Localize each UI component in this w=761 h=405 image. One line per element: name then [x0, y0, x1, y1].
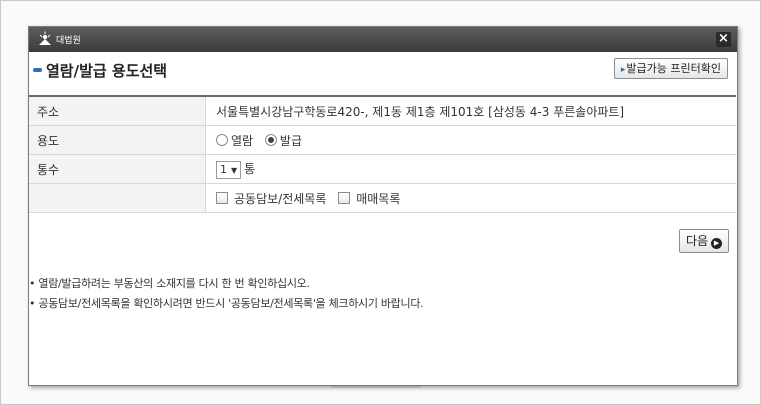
copies-row: 통수 1 ▼ 통	[29, 154, 736, 184]
check-printer-button[interactable]: ▸발급가능 프린터확인	[613, 58, 728, 79]
note-item: • 열람/발급하려는 부동산의 소재지를 다시 한 번 확인하십시오.	[29, 277, 310, 290]
view-radio[interactable]	[216, 133, 228, 146]
purpose-form-table: 주소 서울특별시강남구학동로420-, 제1동 제1층 제101호 [삼성동 4…	[29, 95, 736, 213]
purpose-row: 용도 열람 발급	[29, 125, 736, 155]
arrow-right-icon: ▸	[620, 65, 626, 75]
collateral-lease-list-label[interactable]: 공동담보/전세목록	[234, 192, 326, 206]
next-button[interactable]: 다음 ▶	[679, 229, 729, 253]
view-radio-label[interactable]: 열람	[231, 134, 253, 148]
play-circle-icon: ▶	[711, 238, 723, 249]
copies-select-value: 1	[220, 162, 227, 176]
extra-options-row: 공동담보/전세목록 매매목록	[29, 183, 736, 213]
address-label: 주소	[29, 96, 206, 126]
sales-list-checkbox[interactable]	[338, 191, 351, 204]
next-button-label: 다음	[685, 234, 709, 248]
chevron-down-icon: ▼	[231, 165, 238, 175]
copies-label: 통수	[29, 154, 206, 184]
court-logo: 대법원	[37, 29, 81, 49]
close-button[interactable]: ×	[716, 32, 731, 47]
copies-select[interactable]: 1 ▼	[216, 160, 242, 179]
check-printer-label: 발급가능 프린터확인	[626, 62, 721, 75]
note-item: • 공동담보/전세목록을 확인하시려면 반드시 '공동담보/전세목록'을 체크하…	[29, 297, 424, 310]
screenshot-frame: 대법원 × 열람/발급 용도선택 ▸발급가능 프린터확인 주소 서울특별시강남구…	[0, 0, 761, 405]
purpose-select-dialog: 대법원 × 열람/발급 용도선택 ▸발급가능 프린터확인 주소 서울특별시강남구…	[28, 26, 738, 386]
copies-field: 1 ▼ 통	[205, 154, 736, 184]
sales-list-label[interactable]: 매매목록	[356, 192, 400, 206]
extra-options-label	[29, 183, 206, 213]
page-title: 열람/발급 용도선택	[46, 61, 168, 80]
issue-radio[interactable]	[264, 133, 277, 146]
dialog-titlebar: 대법원 ×	[29, 27, 737, 52]
dialog-heading: 열람/발급 용도선택	[29, 59, 167, 81]
notes-list: • 열람/발급하려는 부동산의 소재지를 다시 한 번 확인하십시오. • 공동…	[29, 274, 424, 314]
copies-unit: 통	[244, 161, 256, 176]
logo-text: 대법원	[56, 35, 81, 46]
issue-radio-label[interactable]: 발급	[280, 134, 302, 148]
purpose-label: 용도	[29, 125, 206, 155]
address-row: 주소 서울특별시강남구학동로420-, 제1동 제1층 제101호 [삼성동 4…	[29, 96, 736, 126]
court-emblem-icon	[39, 31, 51, 45]
heading-bullet-icon	[33, 68, 42, 72]
purpose-options: 열람 발급	[205, 125, 736, 155]
collateral-lease-list-checkbox[interactable]	[216, 191, 228, 204]
address-value: 서울특별시강남구학동로420-, 제1동 제1층 제101호 [삼성동 4-3 …	[205, 96, 736, 126]
extra-options: 공동담보/전세목록 매매목록	[205, 183, 736, 213]
